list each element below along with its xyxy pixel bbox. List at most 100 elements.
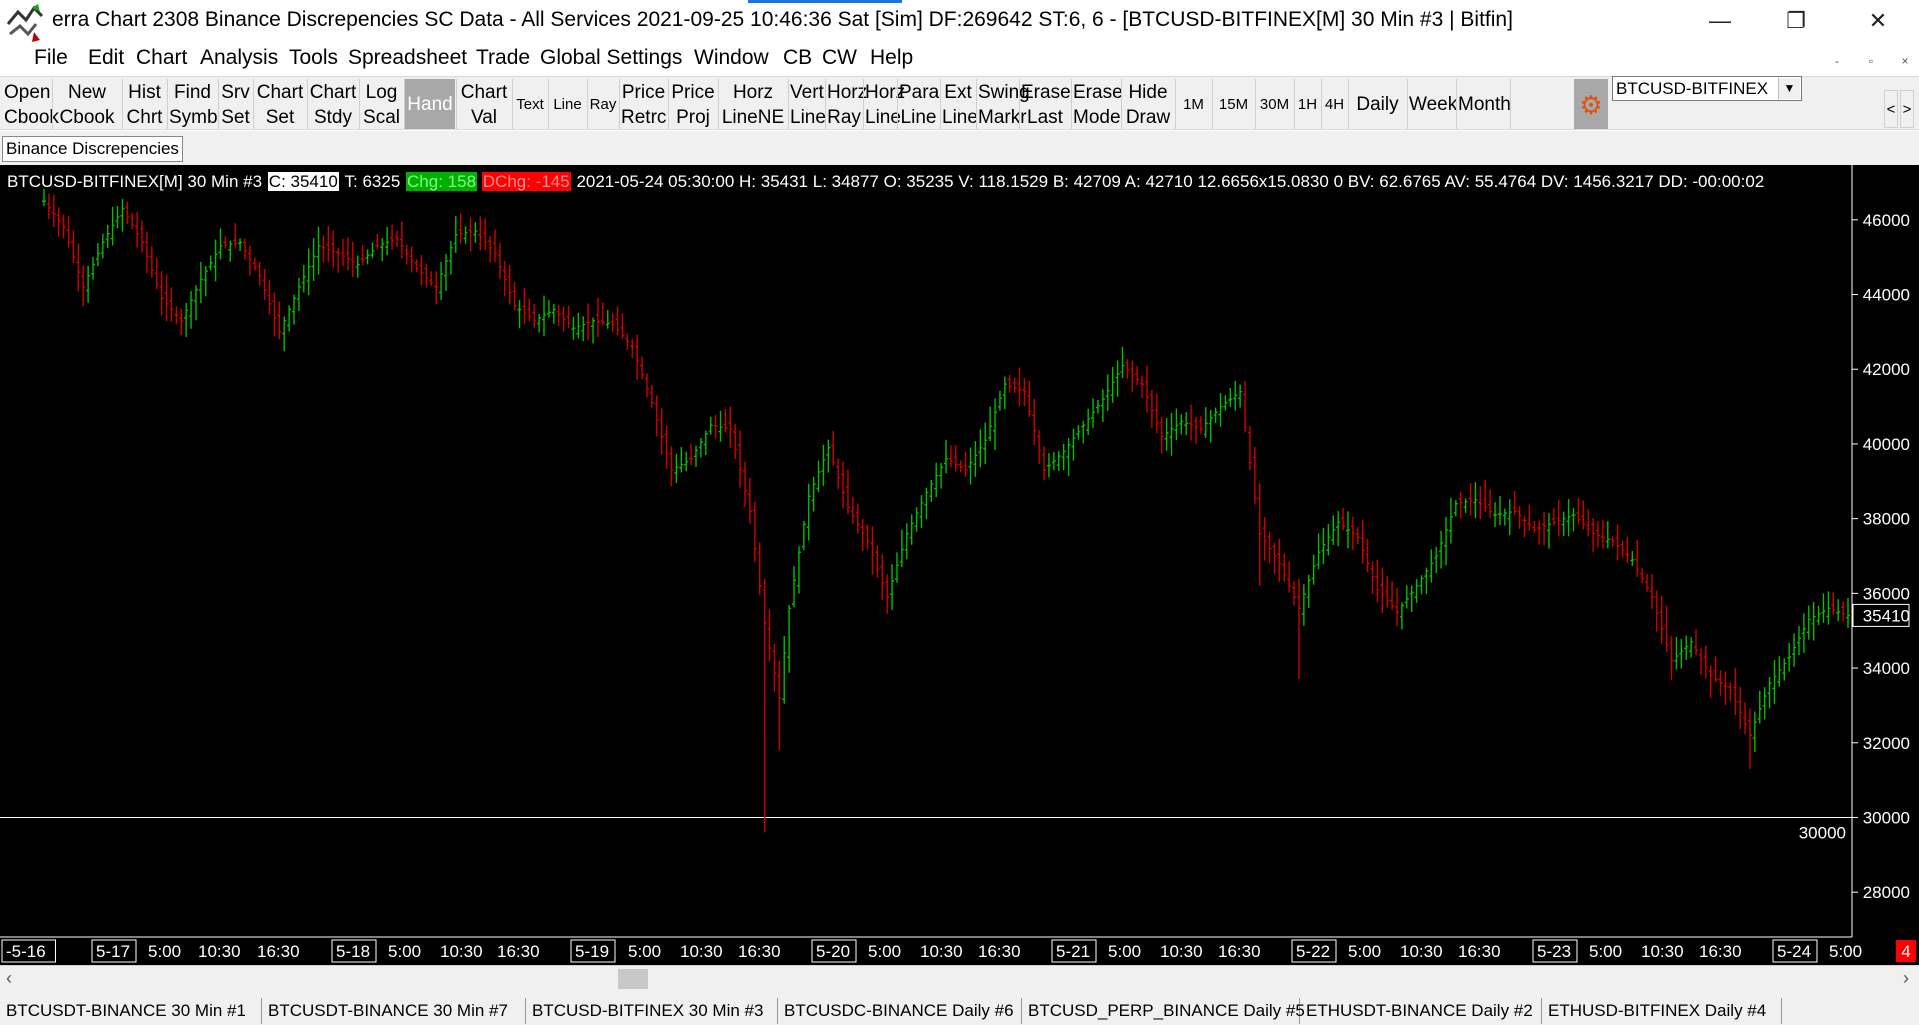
chartbook-tab-row: Binance Discrepencies bbox=[0, 131, 1919, 165]
toolbar-button-chart-stdy[interactable]: Chart Stdy bbox=[308, 79, 358, 129]
toolbar-button-1h[interactable]: 1H bbox=[1295, 79, 1320, 129]
menu-item-cw[interactable]: CW bbox=[822, 46, 857, 70]
toolbar-button-new-cbook[interactable]: New Cbook bbox=[53, 79, 121, 129]
chart-tab-4[interactable]: BTCUSDC-BINANCE Daily #6 bbox=[778, 998, 1022, 1024]
toolbar-button-chart-val[interactable]: Chart Val bbox=[457, 79, 511, 129]
toolbar-button-log-scal[interactable]: Log Scal bbox=[360, 79, 403, 129]
price-axis-label: 44000 bbox=[1863, 286, 1910, 305]
price-axis-label: 46000 bbox=[1863, 211, 1910, 230]
toolbar-button-find-symb[interactable]: Find Symb bbox=[168, 79, 218, 129]
toolbar-button-swing-markr[interactable]: Swing Markr bbox=[977, 79, 1030, 129]
menu-item-global-settings[interactable]: Global Settings bbox=[540, 46, 682, 70]
menu-item-analysis[interactable]: Analysis bbox=[200, 46, 278, 70]
toolbar-button-4h[interactable]: 4H bbox=[1322, 79, 1347, 129]
time-axis-label: 5-22 bbox=[1296, 942, 1330, 961]
time-axis-label: 10:30 bbox=[680, 942, 723, 961]
menu-item-window[interactable]: Window bbox=[694, 46, 769, 70]
toolbar-button-hand[interactable]: Hand bbox=[405, 79, 455, 129]
last-price-label: 35410 bbox=[1863, 606, 1910, 625]
menu-item-edit[interactable]: Edit bbox=[88, 46, 124, 70]
mdi-restore-button[interactable]: ▫ bbox=[1858, 50, 1884, 72]
toolbar-button-horz-ray[interactable]: Horz Ray bbox=[826, 79, 867, 129]
toolbar-button-hist-chrt[interactable]: Hist Chrt bbox=[123, 79, 166, 129]
time-axis-label: 16:30 bbox=[1218, 942, 1261, 961]
toolbar-button-daily[interactable]: Daily bbox=[1349, 79, 1406, 129]
toolbar-button-price-retrc[interactable]: Price Retrc bbox=[620, 79, 667, 129]
chart-tab-5[interactable]: BTCUSD_PERP_BINANCE Daily #5 bbox=[1022, 998, 1305, 1024]
toolbar-button-erase-last[interactable]: Erase Last bbox=[1020, 79, 1071, 129]
toolbar-button-week[interactable]: Week bbox=[1408, 79, 1457, 129]
menu-item-cb[interactable]: CB bbox=[783, 46, 812, 70]
menu-item-spreadsheet[interactable]: Spreadsheet bbox=[348, 46, 467, 70]
toolbar-button-chart-set[interactable]: Chart Set bbox=[254, 79, 306, 129]
gear-icon[interactable]: ⚙ bbox=[1574, 79, 1608, 129]
price-chart[interactable]: 28000 30000 32000 34000 36000 38000 40000 42000… bbox=[0, 165, 1919, 965]
toolbar-button-ray[interactable]: Ray bbox=[588, 79, 618, 129]
toolbar-button-30m[interactable]: 30M bbox=[1256, 79, 1293, 129]
toolbar-button-horz-linene[interactable]: Horz LineNE bbox=[719, 79, 787, 129]
restore-icon[interactable]: ❐ bbox=[1776, 6, 1816, 36]
chart-tab-6[interactable]: ETHUSDT-BINANCE Daily #2 bbox=[1300, 998, 1542, 1024]
toolbar-button-horz-line[interactable]: Horz Line bbox=[864, 79, 905, 129]
minimize-icon[interactable]: — bbox=[1700, 6, 1740, 36]
scrollbar-thumb[interactable] bbox=[618, 969, 648, 989]
toolbar-button-text[interactable]: Text bbox=[513, 79, 547, 129]
chartbook-tab[interactable]: Binance Discrepencies bbox=[2, 136, 183, 162]
menu-item-tools[interactable]: Tools bbox=[289, 46, 338, 70]
toolbar-button-open-cbook[interactable]: Open Cbook bbox=[3, 79, 59, 129]
time-axis-label: 16:30 bbox=[978, 942, 1021, 961]
time-axis-label: 5:00 bbox=[628, 942, 661, 961]
toolbar-button-srv-set[interactable]: Srv Set bbox=[219, 79, 252, 129]
toolbar-button-15m[interactable]: 15M bbox=[1213, 79, 1254, 129]
chart-horizontal-scrollbar[interactable]: ‹ › bbox=[0, 965, 1919, 991]
menu-item-chart[interactable]: Chart bbox=[136, 46, 187, 70]
scroll-left-icon[interactable]: ‹ bbox=[6, 968, 12, 989]
time-axis-label: 5:00 bbox=[1348, 942, 1381, 961]
toolbar-button-line[interactable]: Line bbox=[549, 79, 586, 129]
chevron-down-icon[interactable]: ▼ bbox=[1778, 78, 1800, 99]
mdi-close-button[interactable]: × bbox=[1892, 50, 1918, 72]
toolbar-button-ext-line[interactable]: Ext Line bbox=[941, 79, 978, 129]
symbol-select[interactable]: BTCUSD-BITFINEX ▼ bbox=[1612, 76, 1802, 101]
toolbar-button-price-proj[interactable]: Price Proj bbox=[669, 79, 717, 129]
time-axis-label: 16:30 bbox=[1699, 942, 1742, 961]
time-axis-label: 16:30 bbox=[1458, 942, 1501, 961]
info-details: 2021-05-24 05:30:00 H: 35431 L: 34877 O:… bbox=[576, 172, 1765, 191]
menu-item-trade[interactable]: Trade bbox=[476, 46, 530, 70]
toolbar-button-para-line[interactable]: Para Line bbox=[898, 79, 939, 129]
time-axis-label: 10:30 bbox=[198, 942, 241, 961]
toolbar-separator bbox=[1510, 79, 1511, 129]
close-icon[interactable]: ✕ bbox=[1858, 6, 1898, 36]
time-axis-label: 10:30 bbox=[440, 942, 483, 961]
chart-tab-7[interactable]: ETHUSD-BITFINEX Daily #4 bbox=[1542, 998, 1782, 1024]
time-axis-label: 10:30 bbox=[1400, 942, 1443, 961]
chart-tabs-bar: BTCUSDT-BINANCE 30 Min #1 BTCUSDT-BINANCE… bbox=[0, 991, 1919, 1025]
time-axis-label: 16:30 bbox=[257, 942, 300, 961]
price-chart-graphics[interactable]: 28000 30000 32000 34000 36000 38000 40000 42000… bbox=[0, 165, 1919, 965]
mdi-minimize-button[interactable]: - bbox=[1824, 50, 1850, 72]
time-axis-label: 10:30 bbox=[1641, 942, 1684, 961]
time-axis-label: 10:30 bbox=[920, 942, 963, 961]
toolbar-scroll-right-button[interactable]: > bbox=[1900, 90, 1914, 128]
toolbar-button-month[interactable]: Month bbox=[1457, 79, 1511, 129]
menu-item-help[interactable]: Help bbox=[870, 46, 913, 70]
toolbar-button-vert-line[interactable]: Vert Line bbox=[789, 79, 826, 129]
chart-tab-1[interactable]: BTCUSDT-BINANCE 30 Min #1 bbox=[0, 998, 262, 1024]
title-bar: erra Chart 2308 Binance Discrepencies SC… bbox=[0, 0, 1919, 54]
time-axis-label: 5:00 bbox=[1829, 942, 1862, 961]
info-trades: T: 6325 bbox=[344, 172, 401, 191]
chart-tab-2[interactable]: BTCUSDT-BINANCE 30 Min #7 bbox=[262, 998, 526, 1024]
price-axis-label: 36000 bbox=[1863, 584, 1910, 603]
chart-info-line: BTCUSD-BITFINEX[M] 30 Min #3 C: 35410 T:… bbox=[6, 171, 1765, 195]
chart-tab-3[interactable]: BTCUSD-BITFINEX 30 Min #3 bbox=[526, 998, 778, 1024]
toolbar-button-erase-mode[interactable]: Erase Mode bbox=[1072, 79, 1123, 129]
toolbar-button-1m[interactable]: 1M bbox=[1176, 79, 1211, 129]
time-axis-label: 5-21 bbox=[1056, 942, 1090, 961]
toolbar-scroll-left-button[interactable]: < bbox=[1884, 90, 1898, 128]
price-axis-label: 42000 bbox=[1863, 360, 1910, 379]
price-axis-label: 32000 bbox=[1863, 734, 1910, 753]
scroll-right-icon[interactable]: › bbox=[1903, 968, 1909, 989]
menu-item-file[interactable]: File bbox=[34, 46, 68, 70]
info-daily-change: DChg: -145 bbox=[481, 172, 571, 191]
toolbar-button-hide-draw[interactable]: Hide Draw bbox=[1122, 79, 1174, 129]
